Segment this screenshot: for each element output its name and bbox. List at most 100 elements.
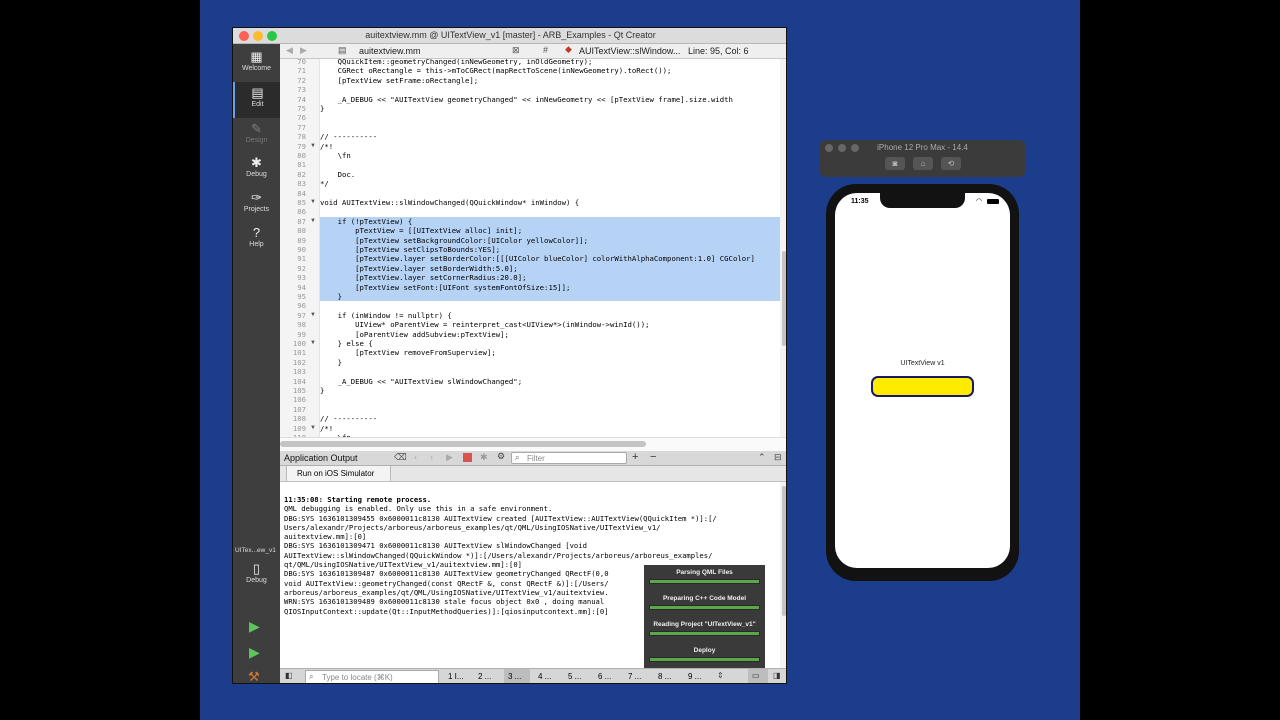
pane-button-4[interactable]: 4 ... xyxy=(538,672,551,681)
app-label: UITextView v1 xyxy=(900,360,945,367)
previous-item-icon[interactable]: ‹ xyxy=(414,452,417,462)
output-line: QML debugging is enabled. Only use this … xyxy=(284,504,553,514)
mode-edit[interactable]: ▤ Edit xyxy=(233,82,280,118)
line-number: 104 xyxy=(292,376,306,386)
toggle-right-sidebar-icon[interactable]: ◨ xyxy=(773,671,781,680)
forward-arrow-icon[interactable]: ▶ xyxy=(300,45,307,56)
pane-button-1[interactable]: 1 I... xyxy=(448,672,464,681)
search-icon: ⌕ xyxy=(309,672,314,681)
progress-bar-deploy xyxy=(649,657,760,662)
kit-label: UITex...ew_v1 xyxy=(235,547,276,554)
progress-bar-code-model xyxy=(649,605,760,610)
code-line: } xyxy=(320,386,325,395)
code-line: QQuickItem::geometryChanged(inNewGeometr… xyxy=(320,59,593,66)
debug-run-icon[interactable]: ▶ xyxy=(249,644,260,661)
mode-welcome[interactable]: ▦ Welcome xyxy=(233,46,280,82)
line-number: 87 xyxy=(297,216,306,226)
pane-button-6[interactable]: 6 ... xyxy=(598,672,611,681)
mode-debug[interactable]: ✱ Debug xyxy=(233,152,280,188)
code-line: CGRect oRectangle = this->mToCGRect(mapR… xyxy=(320,66,672,76)
grid-icon: ▦ xyxy=(250,49,263,64)
maximize-pane-icon[interactable]: ⌃ xyxy=(758,452,766,463)
attach-debugger-icon[interactable]: ✱ xyxy=(480,452,488,463)
clear-output-icon[interactable]: ⌫ xyxy=(394,452,407,463)
file-icon: ▤ xyxy=(338,45,347,55)
fold-marker-icon[interactable]: ▼ xyxy=(310,199,316,205)
toggle-output-icon[interactable]: ▭ xyxy=(752,671,760,680)
line-number: 97 xyxy=(297,310,306,320)
run-icon[interactable]: ▶ xyxy=(249,618,260,635)
toggle-sidebar-icon[interactable]: ◧ xyxy=(285,671,293,680)
editor-horizontal-scrollbar[interactable] xyxy=(280,437,786,451)
kit-selector[interactable]: ▯ Debug xyxy=(233,558,280,594)
fold-marker-icon[interactable]: ▼ xyxy=(310,312,316,318)
device-screen[interactable]: 11:35 ◠ UITextView v1 xyxy=(835,193,1010,568)
line-number: 90 xyxy=(297,245,306,254)
output-line: DBG:SYS 1636101309471 0x6000011c8130 AUI… xyxy=(284,541,587,551)
line-number: 98 xyxy=(297,320,306,330)
build-hammer-icon[interactable]: ⚒ xyxy=(248,669,260,683)
cursor-position[interactable]: Line: 95, Col: 6 xyxy=(688,46,749,56)
line-number: 107 xyxy=(292,404,306,414)
native-text-view[interactable] xyxy=(871,376,974,397)
tab-run-on-ios-simulator[interactable]: Run on iOS Simulator xyxy=(286,466,391,481)
zoom-in-icon[interactable]: + xyxy=(632,451,638,463)
output-line: 11:35:08: Starting remote process. xyxy=(284,495,432,504)
home-icon[interactable]: ⌂ xyxy=(913,157,933,170)
pane-button-2[interactable]: 2 ... xyxy=(478,672,491,681)
code-line: [pTextView setBackgroundColor:[UIColor y… xyxy=(320,235,780,245)
code-line: /*! xyxy=(320,141,334,151)
pane-button-8[interactable]: 8 ... xyxy=(658,672,671,681)
mode-projects[interactable]: ✑ Projects xyxy=(233,187,280,223)
mode-design[interactable]: ✎ Design xyxy=(233,118,280,154)
fold-marker-icon[interactable]: ▼ xyxy=(310,218,316,224)
current-file-combo[interactable]: auitextview.mm xyxy=(359,46,421,56)
output-scrollbar[interactable] xyxy=(780,482,786,668)
line-number: 86 xyxy=(297,207,306,217)
symbol-icon: ◆ xyxy=(565,44,572,54)
output-line: Users/alexandr/Projects/arboreus/arboreu… xyxy=(284,522,661,532)
kit-mode: Debug xyxy=(246,577,267,584)
code-line: */ xyxy=(320,179,329,189)
stop-icon[interactable] xyxy=(463,453,472,462)
wrench-icon: ✑ xyxy=(251,190,262,205)
pane-button-3[interactable]: 3 ... xyxy=(508,672,521,681)
output-filter-field[interactable]: ⌕ Filter xyxy=(511,452,627,464)
next-item-icon[interactable]: › xyxy=(430,452,433,462)
editor-toolbar: ◀ ▶ ▤ auitextview.mm ⊠ # ◆ AUITextView::… xyxy=(280,44,786,59)
back-arrow-icon[interactable]: ◀ xyxy=(286,45,293,56)
line-number: 108 xyxy=(292,414,306,424)
line-number: 94 xyxy=(297,282,306,292)
symbol-combo[interactable]: AUITextView::slWindow... xyxy=(579,46,680,56)
pane-button-5[interactable]: 5 ... xyxy=(568,672,581,681)
pane-button-9[interactable]: 9 ... xyxy=(688,672,701,681)
rotate-icon[interactable]: ⟲ xyxy=(941,157,961,170)
code-line: } xyxy=(320,104,325,113)
locator-placeholder: Type to locate (⌘K) xyxy=(322,673,393,682)
fold-marker-icon[interactable]: ▼ xyxy=(310,143,316,149)
line-number: 83 xyxy=(297,179,306,189)
fold-marker-icon[interactable]: ▼ xyxy=(310,340,316,346)
code-editor[interactable]: 70 71 72 73 74 75 76 77 78 79 ▼ 80 81 82 83 84 85 ▼ 86 87 ▼ 8… xyxy=(280,59,780,437)
more-panes-icon[interactable]: ⇕ xyxy=(717,671,724,680)
locator-input[interactable]: ⌕ Type to locate (⌘K) xyxy=(305,670,439,683)
pane-button-7[interactable]: 7 ... xyxy=(628,672,641,681)
mode-help[interactable]: ? Help xyxy=(233,222,280,258)
settings-gear-icon[interactable]: ⚙ xyxy=(497,451,505,462)
code-line: [pTextView setFrame:oRectangle]; xyxy=(320,75,479,85)
code-line: [oParentView addSubview:pTextView]; xyxy=(320,329,509,339)
close-pane-icon[interactable]: ⊟ xyxy=(774,452,782,463)
zoom-out-icon[interactable]: − xyxy=(650,451,656,463)
rerun-icon[interactable]: ▶ xyxy=(446,452,453,463)
code-line: [pTextView setClipsToBounds:YES]; xyxy=(320,245,780,255)
line-number: 88 xyxy=(297,226,306,236)
fold-marker-icon[interactable]: ▼ xyxy=(310,425,316,431)
close-document-icon[interactable]: ⊠ xyxy=(512,45,520,56)
mode-label: Design xyxy=(245,137,268,144)
editor-vertical-scrollbar[interactable] xyxy=(780,59,786,437)
screenshot-icon[interactable]: ◙ xyxy=(885,157,905,170)
